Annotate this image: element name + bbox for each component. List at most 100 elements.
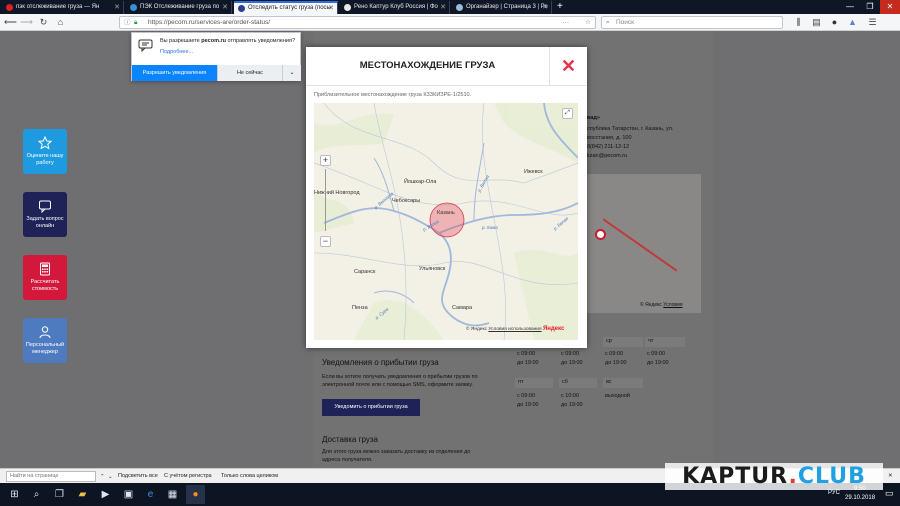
- extension-icon[interactable]: ●: [828, 16, 841, 29]
- location-map[interactable]: Йошкар-Ола Ижевск Нижний Новгород Чебокс…: [314, 103, 578, 340]
- new-tab-button[interactable]: +: [557, 1, 563, 13]
- info-icon[interactable]: ⓘ: [124, 17, 131, 28]
- tab-3-active[interactable]: Отследить статус груза (посы ✕: [234, 1, 338, 14]
- schedule-time: до 19:00: [517, 402, 539, 408]
- organizer-favicon-icon: [456, 4, 463, 11]
- notifications-icon[interactable]: ▭: [885, 488, 894, 499]
- home-button[interactable]: ⌂: [54, 16, 67, 29]
- arrival-text: Если вы хотите получать уведомления о пр…: [322, 374, 478, 380]
- schedule-time: с 09:00: [517, 393, 536, 399]
- minimize-button[interactable]: —: [840, 0, 860, 14]
- office-pin-icon[interactable]: [595, 229, 606, 240]
- rate-our-work-button[interactable]: Оцените нашу работу: [23, 129, 67, 174]
- app-icon[interactable]: ▣: [119, 485, 138, 504]
- star-icon: [38, 136, 52, 150]
- schedule-time: с 09:00: [517, 351, 536, 357]
- highlight-all-button[interactable]: Подсветить все: [118, 469, 158, 483]
- page-actions-icon[interactable]: ···: [563, 17, 570, 28]
- schedule-time: с 09:00: [561, 351, 580, 357]
- terms-link[interactable]: Условия использования: [488, 327, 541, 332]
- allow-notifications-button[interactable]: Разрешить уведомления: [132, 65, 217, 81]
- modal-close-icon[interactable]: ✕: [549, 47, 587, 85]
- media-icon[interactable]: ▶: [96, 485, 115, 504]
- schedule-time: до 19:00: [605, 360, 627, 366]
- arrival-text-2: электронной почте или с помощью SMS, офо…: [322, 382, 473, 388]
- arrival-title: Уведомления о прибытии груза: [322, 358, 439, 367]
- forward-button[interactable]: ⟶: [20, 16, 33, 29]
- find-input[interactable]: Найти на странице: [6, 471, 96, 482]
- close-tab-icon[interactable]: ✕: [114, 1, 120, 14]
- city-label: Нижний Новгород: [314, 190, 360, 196]
- yandex-logo: Яндекс: [542, 326, 565, 332]
- learn-more-link[interactable]: Подробнее...: [160, 49, 193, 55]
- calculate-cost-button[interactable]: Рассчитать стоимость: [23, 255, 67, 300]
- maximize-button[interactable]: ❐: [860, 0, 880, 14]
- yandex-favicon-icon: [6, 4, 13, 11]
- search-icon[interactable]: ⌕: [27, 485, 46, 504]
- tab-label: пэк отслеживание груза — Ян: [16, 4, 100, 10]
- tab-4[interactable]: Рено Каптур Клуб Россия | Фо ✕: [340, 1, 450, 14]
- schedule-time: до 19:00: [647, 360, 669, 366]
- map-attribution: © Яндекс Условия использования Яндекс: [466, 326, 564, 332]
- notification-permission-popup: Вы разрешаете pecom.ru отправлять уведом…: [131, 32, 301, 81]
- map-attr: © Яндекс Условия: [640, 302, 683, 308]
- calculator-icon: [40, 262, 50, 276]
- firefox-icon[interactable]: ●: [186, 485, 205, 504]
- city-label: Ижевск: [524, 169, 543, 175]
- reload-button[interactable]: ↻: [37, 16, 50, 29]
- tab-5[interactable]: Органайзер | Страница 3 | Ре ✕: [452, 1, 552, 14]
- office-map[interactable]: © Яндекс Условия: [587, 174, 701, 313]
- tab-label: ПЭК Отслеживание груза по: [140, 4, 220, 10]
- bookmark-star-icon[interactable]: ☆: [585, 17, 591, 28]
- chevron-down-icon[interactable]: ⌄: [282, 65, 301, 81]
- addon-icon[interactable]: ▲: [846, 16, 859, 29]
- match-case-checkbox[interactable]: С учётом регистра: [164, 469, 212, 483]
- not-now-button[interactable]: Не сейчас: [217, 65, 282, 81]
- sidebar-toggle-icon[interactable]: ▤: [810, 16, 823, 29]
- find-next-button[interactable]: ⌄: [108, 470, 113, 484]
- close-find-bar-icon[interactable]: ✕: [888, 469, 893, 483]
- windows-start-icon[interactable]: ⊞: [5, 485, 24, 504]
- schedule-cell-sun: вс: [603, 378, 643, 388]
- explorer-icon[interactable]: ▰: [73, 485, 92, 504]
- task-view-icon[interactable]: ❐: [50, 485, 69, 504]
- close-tab-icon[interactable]: ✕: [328, 3, 334, 14]
- chat-icon: [39, 200, 51, 213]
- schedule-time: до 19:00: [517, 360, 539, 366]
- whole-words-checkbox[interactable]: Только слова целиком: [221, 469, 278, 483]
- find-prev-button[interactable]: ⌃: [100, 470, 105, 484]
- close-tab-icon[interactable]: ✕: [440, 1, 446, 14]
- notification-chat-icon: [138, 39, 153, 52]
- side-label: Персональный менеджер: [25, 342, 65, 355]
- city-label: Йошкар-Ола: [404, 179, 437, 185]
- schedule-cell-wed: ср: [603, 337, 643, 347]
- ask-question-button[interactable]: Задать вопрос онлайн: [23, 192, 67, 237]
- delivery-title: Доставка груза: [322, 435, 378, 444]
- zoom-slider[interactable]: [325, 169, 326, 231]
- library-icon[interactable]: ⫼: [792, 16, 805, 29]
- city-label: Пенза: [352, 305, 368, 311]
- close-tab-icon[interactable]: ✕: [222, 1, 228, 14]
- edge-icon[interactable]: e: [141, 485, 160, 504]
- fullscreen-icon[interactable]: ⤢: [562, 108, 573, 119]
- schedule-time: с 10:00: [561, 393, 580, 399]
- tab-2[interactable]: ПЭК Отслеживание груза по ✕: [126, 1, 232, 14]
- arrival-notify-button[interactable]: Уведомить о прибытии груза: [322, 399, 420, 416]
- tab-1[interactable]: пэк отслеживание груза — Ян ✕: [2, 1, 124, 14]
- side-label: Рассчитать стоимость: [30, 279, 60, 292]
- tray-lang[interactable]: РУС: [828, 490, 840, 496]
- tray-date[interactable]: 29.10.2018: [845, 495, 875, 501]
- calculator-icon[interactable]: ▦: [163, 485, 182, 504]
- close-window-button[interactable]: ✕: [880, 0, 900, 14]
- personal-manager-button[interactable]: Персональный менеджер: [23, 318, 67, 363]
- search-field[interactable]: ⌕ Поиск: [601, 16, 783, 29]
- zoom-out-button[interactable]: −: [320, 236, 331, 247]
- close-tab-icon[interactable]: ✕: [542, 1, 548, 14]
- schedule-cell-sat: сб: [559, 378, 597, 388]
- address-bar[interactable]: ⓘ 🔒︎ https://pecom.ru/services-are/order…: [119, 16, 596, 29]
- city-label: Чебоксары: [392, 198, 421, 204]
- zoom-in-button[interactable]: +: [320, 155, 331, 166]
- schedule-cell-thu: чт: [645, 337, 685, 347]
- menu-icon[interactable]: ☰: [866, 16, 879, 29]
- back-button[interactable]: ⟵: [4, 16, 17, 29]
